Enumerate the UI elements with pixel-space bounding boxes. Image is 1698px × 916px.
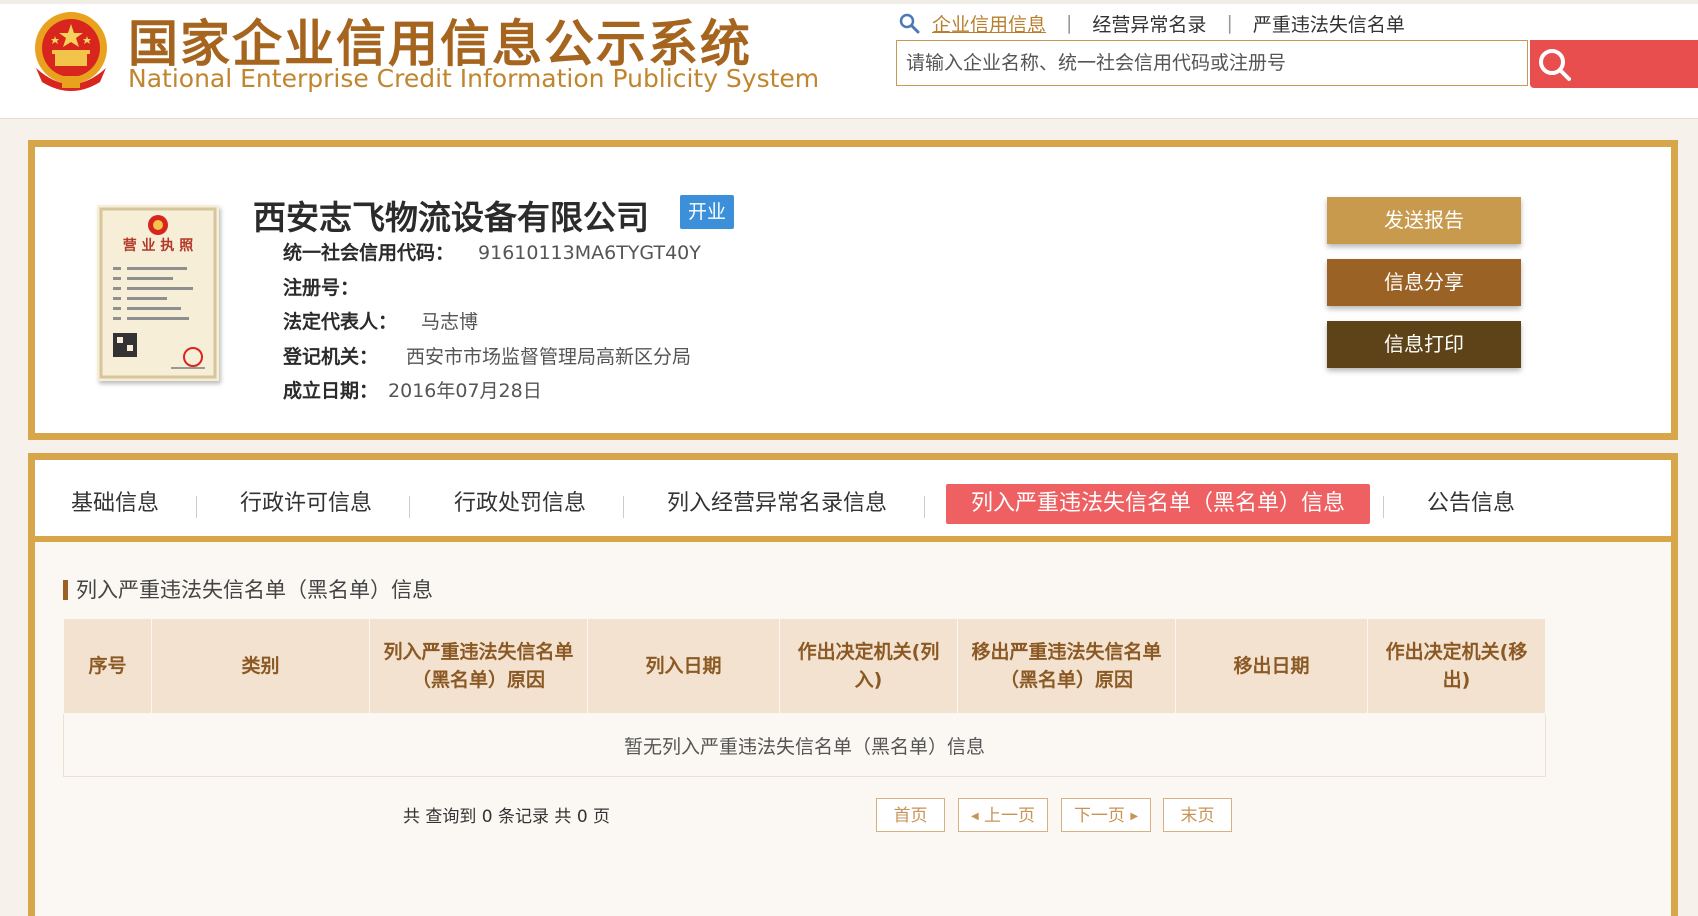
col-header-removal-date: 移出日期 [1175,618,1368,714]
col-header-removal-reason: 移出严重违法失信名单（黑名单）原因 [957,618,1176,714]
search-input[interactable] [896,40,1528,86]
business-license-image[interactable]: 营 业 执 照 [97,205,219,381]
info-label: 法定代表人： [283,311,398,333]
col-header-category: 类别 [151,618,370,714]
info-row-established-date: 成立日期： 2016年07月28日 [283,376,542,406]
blacklist-table: 序号 类别 列入严重违法失信名单（黑名单）原因 列入日期 作出决定机关(列入) … [63,618,1546,777]
col-header-index: 序号 [63,618,152,714]
send-report-button[interactable]: 发送报告 [1327,197,1521,244]
section-title-text: 列入严重违法失信名单（黑名单）信息 [76,578,433,602]
tab-blacklist[interactable]: 列入严重违法失信名单（黑名单）信息 [946,484,1370,524]
pager-summary: 共 查询到 0 条记录 共 0 页 [403,807,611,827]
company-card: 营 业 执 照 西安志飞物流设备有限公司 开业 统一社会信用代码： 9161011… [28,140,1678,440]
tab-admin-penalty[interactable]: 行政处罚信息 [454,484,586,524]
table-header-row: 序号 类别 列入严重违法失信名单（黑名单）原因 列入日期 作出决定机关(列入) … [63,618,1546,714]
top-nav-separator: | [1226,12,1233,34]
col-header-removal-authority: 作出决定机关(移出) [1367,618,1546,714]
top-nav-abnormal-list[interactable]: 经营异常名录 [1092,10,1206,37]
tabs-bar: 基础信息 行政许可信息 行政处罚信息 列入经营异常名录信息 列入严重违法失信名单… [35,460,1671,542]
search-button[interactable] [1530,40,1698,88]
pager-next-button[interactable]: 下一页 ▶ [1061,798,1151,832]
share-info-button[interactable]: 信息分享 [1327,259,1521,306]
info-label: 登记机关： [283,346,379,368]
pager-next-label: 下一页 [1073,806,1125,826]
info-row-registration-authority: 登记机关： 西安市市场监督管理局高新区分局 [283,342,691,372]
info-label: 成立日期： [283,380,379,402]
top-nav-credit-info[interactable]: 企业信用信息 [932,10,1046,37]
col-header-inclusion-authority: 作出决定机关(列入) [779,618,958,714]
tab-separator [196,496,197,518]
triangle-left-icon: ◀ [970,811,979,822]
top-nav: 企业信用信息 | 经营异常名录 | 严重违法失信名单 [898,8,1405,38]
search-icon [1539,49,1571,81]
info-value: 马志博 [421,311,479,333]
info-row-reg-number: 注册号： [283,273,359,303]
tab-abnormal-list[interactable]: 列入经营异常名录信息 [667,484,887,524]
triangle-right-icon: ▶ [1130,811,1139,822]
table-row: 暂无列入严重违法失信名单（黑名单）信息 [63,713,1546,777]
pager-prev-label: 上一页 [984,806,1036,826]
national-emblem-icon [35,12,107,91]
tab-separator [924,496,925,518]
tab-separator [409,496,410,518]
company-name: 西安志飞物流设备有限公司 [253,198,649,237]
info-value: 2016年07月28日 [388,380,542,402]
tab-admin-license[interactable]: 行政许可信息 [240,484,372,524]
tab-basic-info[interactable]: 基础信息 [71,484,159,524]
info-row-credit-code: 统一社会信用代码： 91610113MA6TYGT40Y [283,238,701,268]
site-title-en: National Enterprise Credit Information P… [128,64,820,93]
tab-separator [1383,496,1384,518]
info-label: 注册号： [283,277,360,299]
top-nav-blacklist[interactable]: 严重违法失信名单 [1253,10,1405,37]
pager-last-button[interactable]: 末页 [1163,798,1232,832]
info-value: 西安市市场监督管理局高新区分局 [406,346,692,368]
status-badge: 开业 [680,195,734,229]
section-title: 列入严重违法失信名单（黑名单）信息 [63,574,433,604]
col-header-inclusion-date: 列入日期 [587,618,780,714]
pager-prev-button[interactable]: ◀ 上一页 [958,798,1048,832]
info-value: 91610113MA6TYGT40Y [478,242,701,264]
pager-first-button[interactable]: 首页 [876,798,945,832]
site-header: 国家企业信用信息公示系统 National Enterprise Credit … [0,0,1698,119]
license-title: 营 业 执 照 [123,237,194,254]
tab-separator [623,496,624,518]
top-nav-separator: | [1066,12,1073,34]
print-info-button[interactable]: 信息打印 [1327,321,1521,368]
info-row-legal-rep: 法定代表人： 马志博 [283,307,478,337]
col-header-inclusion-reason: 列入严重违法失信名单（黑名单）原因 [369,618,588,714]
magnifier-icon [899,13,920,34]
tab-announcements[interactable]: 公告信息 [1427,484,1515,524]
main-panel: 基础信息 行政许可信息 行政处罚信息 列入经营异常名录信息 列入严重违法失信名单… [28,453,1678,916]
info-label: 统一社会信用代码： [283,242,455,264]
section-title-bar [63,580,68,600]
empty-message: 暂无列入严重违法失信名单（黑名单）信息 [63,713,1546,777]
